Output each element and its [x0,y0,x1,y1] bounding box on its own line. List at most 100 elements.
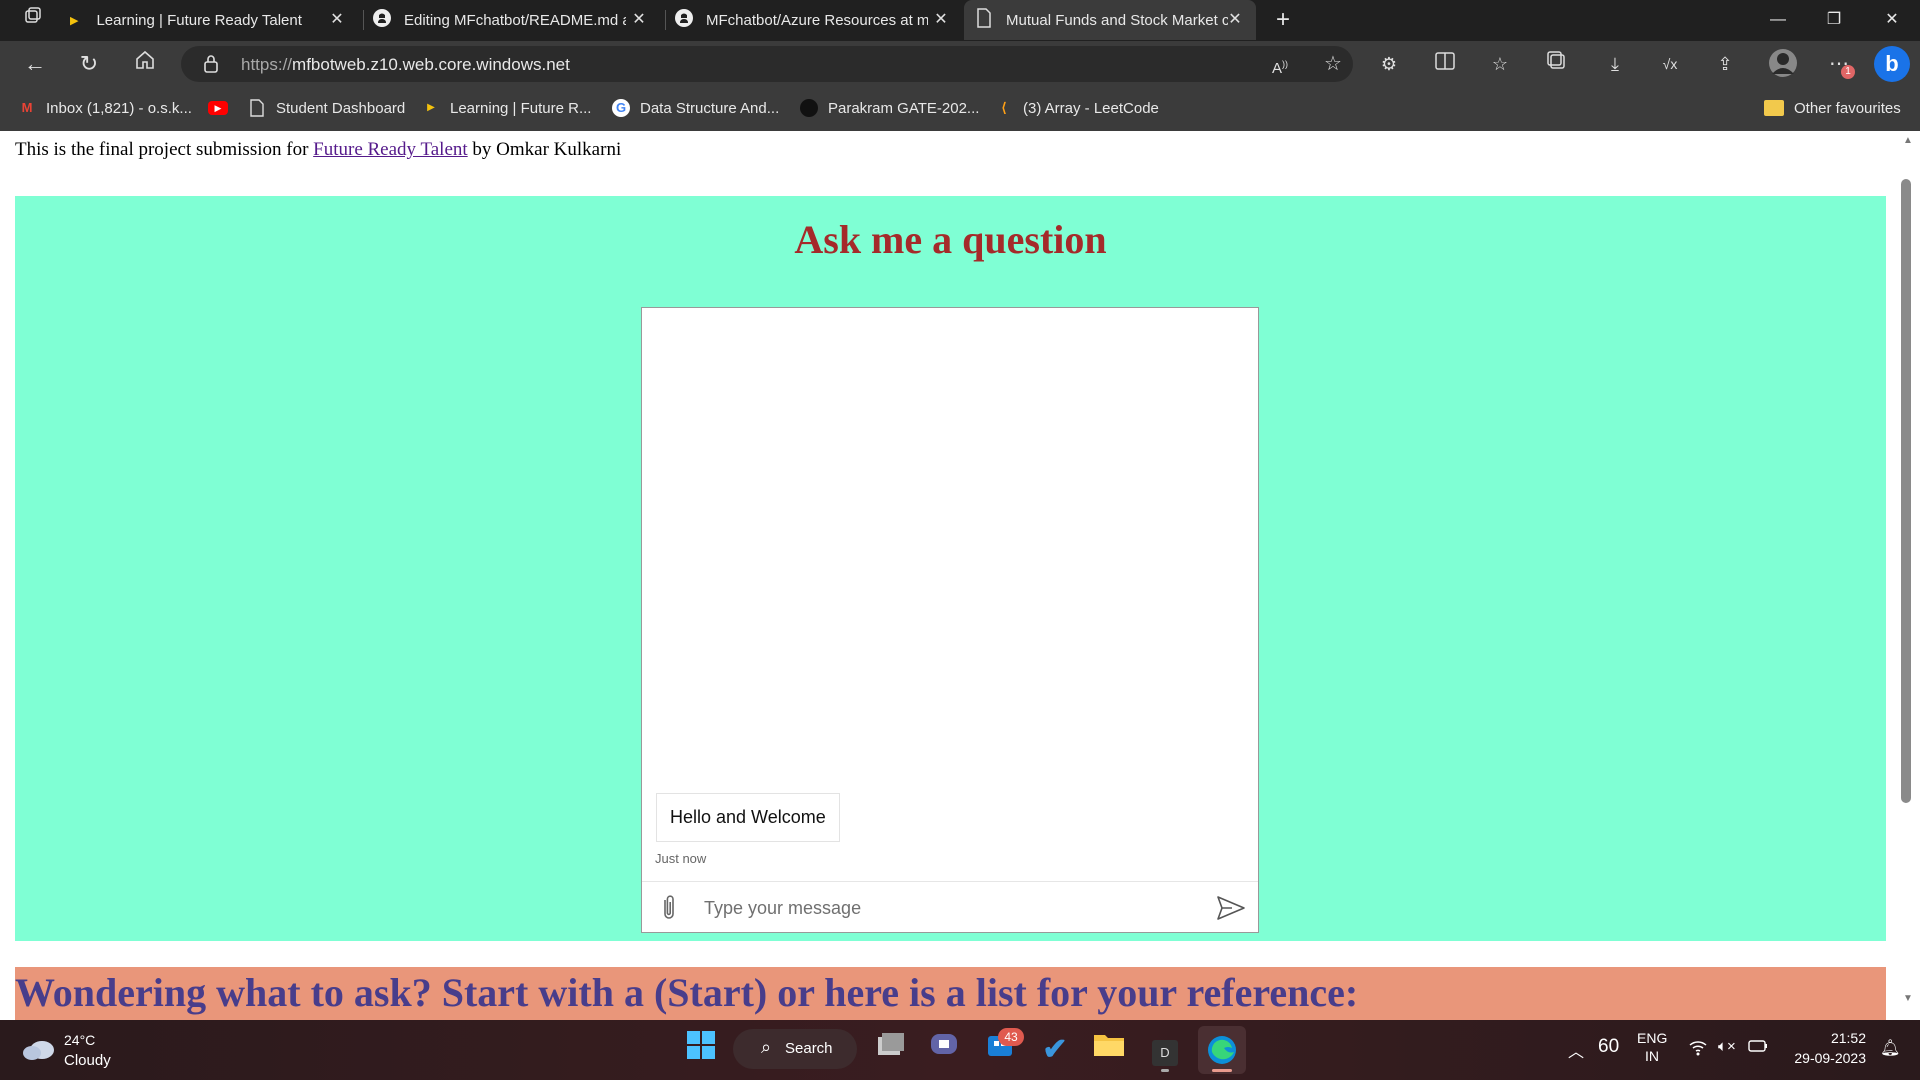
toolbar: ← ↻ https://mfbotweb.z10.web.core.window… [0,41,1920,87]
active-app-indicator [1212,1069,1232,1072]
back-icon[interactable]: ← [20,49,50,79]
bookmarks-bar: M Inbox (1,821) - o.s.k... ▶ Student Das… [0,87,1920,131]
app-running-indicator [1161,1069,1169,1072]
bookmark-leetcode[interactable]: ⟨ (3) Array - LeetCode [995,97,1159,119]
send-icon[interactable] [1216,895,1246,921]
avatar[interactable] [1768,48,1798,78]
intro-text: This is the final project submission for… [15,139,621,161]
google-icon: G [612,99,630,117]
scroll-down-icon[interactable]: ▼ [1903,993,1913,1004]
page-icon [248,99,266,117]
tab-title: Learning | Future Ready Talent [96,11,302,29]
message-timestamp: Just now [655,851,707,866]
show-hidden-icons-icon[interactable]: ︿ [1568,1038,1584,1062]
attachment-icon[interactable] [656,894,682,922]
task-view-icon[interactable] [871,1030,911,1070]
wifi-icon[interactable] [1688,1038,1708,1061]
tab-learning[interactable]: ▶ Learning | Future Ready Talent ✕ [70,0,358,40]
bookmark-label: (3) Array - LeetCode [1023,99,1159,117]
home-icon[interactable] [130,49,160,79]
close-icon[interactable]: ✕ [930,9,952,31]
battery-icon[interactable] [1748,1039,1768,1057]
close-window-icon[interactable]: ✕ [1864,0,1920,40]
tab-mutual-funds[interactable]: Mutual Funds and Stock Market c ✕ [964,0,1256,40]
split-screen-icon[interactable] [1430,49,1460,79]
tab-strip: ▶ Learning | Future Ready Talent ✕ Editi… [0,0,1920,41]
new-tab-icon[interactable]: + [1268,0,1298,40]
bookmark-label: Data Structure And... [640,99,780,117]
extensions-icon[interactable]: ⚙ [1374,49,1404,79]
avatar-icon [800,99,818,117]
app-d-icon[interactable]: D [1145,1030,1185,1070]
scroll-up-icon[interactable]: ▲ [1903,135,1913,146]
bookmark-learning[interactable]: ▶ Learning | Future R... [422,97,591,119]
edge-icon [1206,1034,1238,1071]
favorites-icon[interactable]: ☆ [1485,49,1515,79]
bookmark-label: Inbox (1,821) - o.s.k... [46,99,192,117]
bookmark-youtube[interactable]: ▶ [208,97,238,119]
notification-badge: 1 [1841,65,1855,79]
language-indicator[interactable]: ENG IN [1637,1030,1667,1064]
weather-temp: 24°C [64,1032,96,1048]
file-explorer-icon[interactable] [1089,1030,1129,1070]
math-solver-icon[interactable]: √x [1655,49,1685,79]
page-viewport: This is the final project submission for… [0,131,1920,1020]
future-ready-talent-link[interactable]: Future Ready Talent [313,139,468,160]
play-favicon: ▶ [427,102,435,113]
chat-window[interactable]: Hello and Welcome Just now [641,307,1259,933]
close-icon[interactable]: ✕ [326,9,348,31]
gmail-icon: M [21,100,33,115]
leetcode-icon: ⟨ [1001,100,1007,115]
message-composer [642,881,1258,933]
close-icon[interactable]: ✕ [628,9,650,31]
bing-copilot-icon[interactable]: b [1874,46,1910,82]
bookmark-parakram[interactable]: Parakram GATE-202... [800,97,979,119]
bookmark-inbox[interactable]: M Inbox (1,821) - o.s.k... [18,97,192,119]
tab-title: Editing MFchatbot/README.md a [404,11,626,29]
download-icon[interactable]: ⤓ [1600,49,1630,79]
teams-chat-icon[interactable] [924,1030,964,1070]
youtube-icon: ▶ [208,101,228,115]
taskbar-search[interactable]: ⌕ Search [733,1029,857,1069]
github-icon [674,8,694,32]
bookmark-label: Other favourites [1794,99,1901,117]
intro-prefix: This is the final project submission for [15,139,314,160]
scrollbar-thumb[interactable] [1901,179,1911,803]
notification-bell-icon[interactable]: 🔔︎ [1880,1038,1900,1058]
share-icon[interactable]: ⇪ [1710,49,1740,79]
read-aloud-icon[interactable]: A)) [1265,49,1295,79]
clock-time: 21:52 [1830,1030,1866,1046]
url-host: mfbotweb.z10.web.core.windows.net [292,55,570,74]
bookmark-data-structure[interactable]: G Data Structure And... [612,97,779,119]
mute-speaker-icon[interactable]: 🔈︎× [1718,1038,1736,1055]
windows-start-icon[interactable] [681,1030,721,1070]
folder-icon [1764,100,1784,116]
bookmark-student-dashboard[interactable]: Student Dashboard [248,97,405,119]
clock[interactable]: 21:52 29-09-2023 [1786,1030,1866,1066]
welcome-message-bubble: Hello and Welcome [656,793,840,842]
search-icon: ⌕ [761,1037,772,1057]
weather-desc: Cloudy [64,1052,111,1069]
workspaces-icon[interactable] [18,5,48,35]
lock-icon[interactable] [203,54,219,79]
minimize-icon[interactable]: — [1750,0,1806,40]
tab-editing-readme[interactable]: Editing MFchatbot/README.md a ✕ [372,0,660,40]
collections-icon[interactable] [1541,49,1571,79]
language-code: ENG [1637,1030,1668,1046]
bookmark-label: Learning | Future R... [450,99,592,117]
intro-suffix: by Omkar Kulkarni [467,139,622,160]
restore-icon[interactable]: ❐ [1806,0,1862,40]
tab-azure-resources[interactable]: MFchatbot/Azure Resources at m ✕ [674,0,962,40]
message-input[interactable] [702,892,1166,924]
tab-title: MFchatbot/Azure Resources at m [706,11,928,29]
address-bar[interactable]: https://mfbotweb.z10.web.core.windows.ne… [181,46,1353,82]
close-icon[interactable]: ✕ [1224,9,1246,31]
url-protocol: https:// [241,55,293,74]
refresh-icon[interactable]: ↻ [74,49,104,79]
bookmark-other-favourites[interactable]: Other favourites [1764,97,1901,119]
favorite-star-icon[interactable]: ☆ [1318,49,1348,79]
github-icon [372,8,392,32]
todo-check-icon[interactable]: ✔ [1035,1030,1075,1070]
url-text[interactable]: https://mfbotweb.z10.web.core.windows.ne… [241,55,570,75]
edge-taskbar-button[interactable] [1198,1026,1246,1074]
